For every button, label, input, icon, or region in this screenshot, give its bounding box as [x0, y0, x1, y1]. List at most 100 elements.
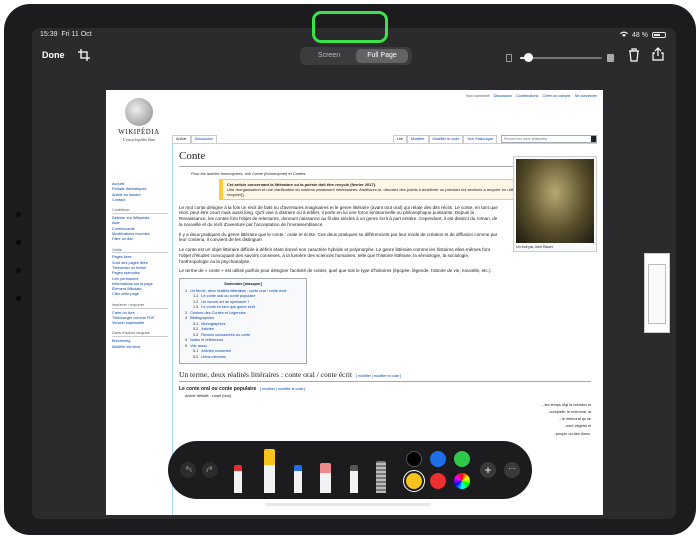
tab-edit-source[interactable]: Modifier le code — [428, 135, 464, 143]
toc-item-label: Bibliographies — [190, 316, 214, 321]
bezel-dot — [16, 296, 21, 301]
page-scroll-preview[interactable] — [644, 253, 670, 333]
partial-text-block: ...les temps régi la création et ...compl… — [179, 402, 591, 438]
tab-discussion[interactable]: Discussion — [190, 135, 217, 143]
sidebar-item[interactable]: Version imprimable — [112, 321, 168, 326]
color-black[interactable] — [406, 451, 422, 467]
markup-toolbar: Done Screen Full Page — [32, 42, 676, 70]
screen-mode-tab[interactable]: Screen — [304, 49, 354, 63]
bezel-dot — [16, 240, 21, 245]
sidebar-nav: Accueil Portails thématiques Article au ha… — [112, 182, 168, 355]
user-link[interactable]: Discussion — [494, 94, 512, 99]
more-icon[interactable]: ··· — [504, 462, 520, 478]
banner-text: Une réorganisation et une clarification … — [227, 186, 541, 197]
sidebar-section-heading: Contribuer — [112, 208, 168, 214]
toc-item-number: 1.1 — [193, 294, 199, 299]
color-picker-icon[interactable] — [454, 473, 470, 489]
toc-item-label: Voir aussi — [190, 343, 207, 348]
sidebar-item[interactable]: Faire un don — [112, 237, 168, 242]
user-link[interactable]: Contributions — [516, 94, 538, 99]
home-indicator — [265, 503, 431, 506]
search-input[interactable]: Rechercher dans Wikipédia — [501, 135, 597, 143]
color-green[interactable] — [454, 451, 470, 467]
pen-tool[interactable] — [234, 465, 242, 493]
opacity-knob[interactable] — [524, 53, 534, 62]
search-icon[interactable] — [591, 136, 596, 142]
status-date: Fri 11 Oct — [61, 31, 92, 38]
toc-item-number: 5.1 — [193, 349, 199, 354]
toc-item-label: Monographies — [201, 321, 226, 326]
done-button[interactable]: Done — [42, 50, 65, 60]
sidebar-item[interactable]: Citer cette page — [112, 292, 168, 297]
user-link[interactable]: Se connecter — [575, 94, 597, 99]
user-link[interactable]: Non connecté — [466, 94, 489, 99]
lasso-tool[interactable] — [350, 465, 358, 493]
undo-icon[interactable] — [180, 462, 196, 478]
section-edit-link[interactable]: [ modifier | modifier le code ] — [356, 374, 401, 378]
tab-article[interactable]: Article — [172, 135, 191, 143]
pencil-tool[interactable] — [294, 465, 302, 493]
sidebar-section-heading: Outils — [112, 248, 168, 254]
wifi-icon — [620, 31, 629, 39]
toc-item-number: 1.3 — [193, 305, 199, 310]
globe-icon — [125, 98, 153, 126]
wikipedia-logo[interactable]: WIKIPÉDIA L'encyclopédie libre — [114, 98, 164, 142]
color-blue[interactable] — [430, 451, 446, 467]
status-time: 15:39 — [40, 31, 58, 38]
toc-item-number: 3.3 — [193, 332, 199, 337]
toc-item-number: 5.2 — [193, 354, 199, 359]
sidebar-item[interactable]: Contact — [112, 198, 168, 203]
redo-icon[interactable] — [202, 462, 218, 478]
toc-item-number: 2 — [185, 310, 188, 315]
opaque-icon — [607, 54, 614, 62]
bezel-dot — [16, 212, 21, 217]
subsection-heading: Le conte oral ou conte populaire[ modifi… — [179, 386, 591, 392]
battery-percent: 48 % — [632, 31, 648, 39]
text-fragment: ...peuple ou des dieux. — [552, 431, 591, 436]
toc-item-number: 1.2 — [193, 299, 199, 304]
capture-mode-selector: Screen Full Page — [300, 47, 412, 65]
sidebar-section-heading: Dans d'autres langues — [112, 331, 168, 338]
toc-item-label: Articles — [201, 327, 214, 332]
sidebar-section-heading: Imprimer / exporter — [112, 303, 168, 309]
tab-history[interactable]: Voir l'historique — [463, 135, 497, 143]
color-red[interactable] — [430, 473, 446, 489]
toc-item-label: Centres des Contes et Légendes — [190, 310, 246, 315]
toc-item[interactable]: 5.2 Liens externes — [185, 355, 301, 361]
marker-tool[interactable] — [264, 449, 275, 493]
article-paragraph: Le mot conte désigne à la fois un récit … — [179, 204, 498, 227]
sidebar-section: Imprimer / exporter Créer un livre Télécha… — [112, 303, 168, 327]
article-image-box: Un troll par John Bauer — [513, 156, 597, 253]
ruler-tool[interactable] — [376, 461, 386, 493]
share-icon[interactable] — [652, 47, 664, 61]
toc-item-number: 3.2 — [193, 327, 199, 332]
trash-icon[interactable] — [628, 48, 640, 62]
toc-item-number: 3.1 — [193, 321, 199, 326]
toc-item-label: Notes et références — [190, 338, 224, 343]
sidebar-section: Dans d'autres langues Brezhoneg Modifier l… — [112, 331, 168, 349]
toc-item-number: 1 — [185, 288, 188, 293]
add-icon[interactable]: + — [480, 462, 496, 478]
subsection-edit-link[interactable]: [ modifier | modifier le code ] — [260, 387, 305, 391]
user-link[interactable]: Créer un compte — [542, 94, 570, 99]
toc-item-number: 4 — [185, 338, 188, 343]
table-of-contents: Sommaire [masquer] 1 Un terme, deux réali… — [179, 278, 307, 365]
battery-icon — [652, 32, 666, 38]
toc-title[interactable]: Sommaire [masquer] — [185, 282, 301, 287]
text-fragment: ...nent végétal et — [562, 424, 591, 429]
crop-icon[interactable] — [78, 48, 90, 61]
subsection-heading-text: Le conte oral ou conte populaire — [179, 385, 257, 392]
color-yellow-selected[interactable] — [406, 473, 422, 489]
sidebar-item[interactable]: Modifier les liens — [112, 345, 168, 350]
article-paragraph: Le conte est un objet littéraire diffici… — [179, 247, 490, 264]
tab-edit[interactable]: Modifier — [407, 135, 429, 143]
opacity-slider[interactable] — [506, 52, 616, 64]
full-page-mode-tab[interactable]: Full Page — [356, 49, 408, 63]
text-fragment: ...le mémoral qu se — [558, 417, 591, 422]
troll-image[interactable] — [516, 159, 594, 243]
full-page-highlight — [312, 11, 388, 43]
tab-read[interactable]: Lire — [392, 135, 408, 143]
eraser-tool[interactable] — [320, 463, 331, 493]
text-fragment: ...les temps régi la création et — [541, 402, 591, 407]
transparent-icon — [506, 54, 512, 62]
